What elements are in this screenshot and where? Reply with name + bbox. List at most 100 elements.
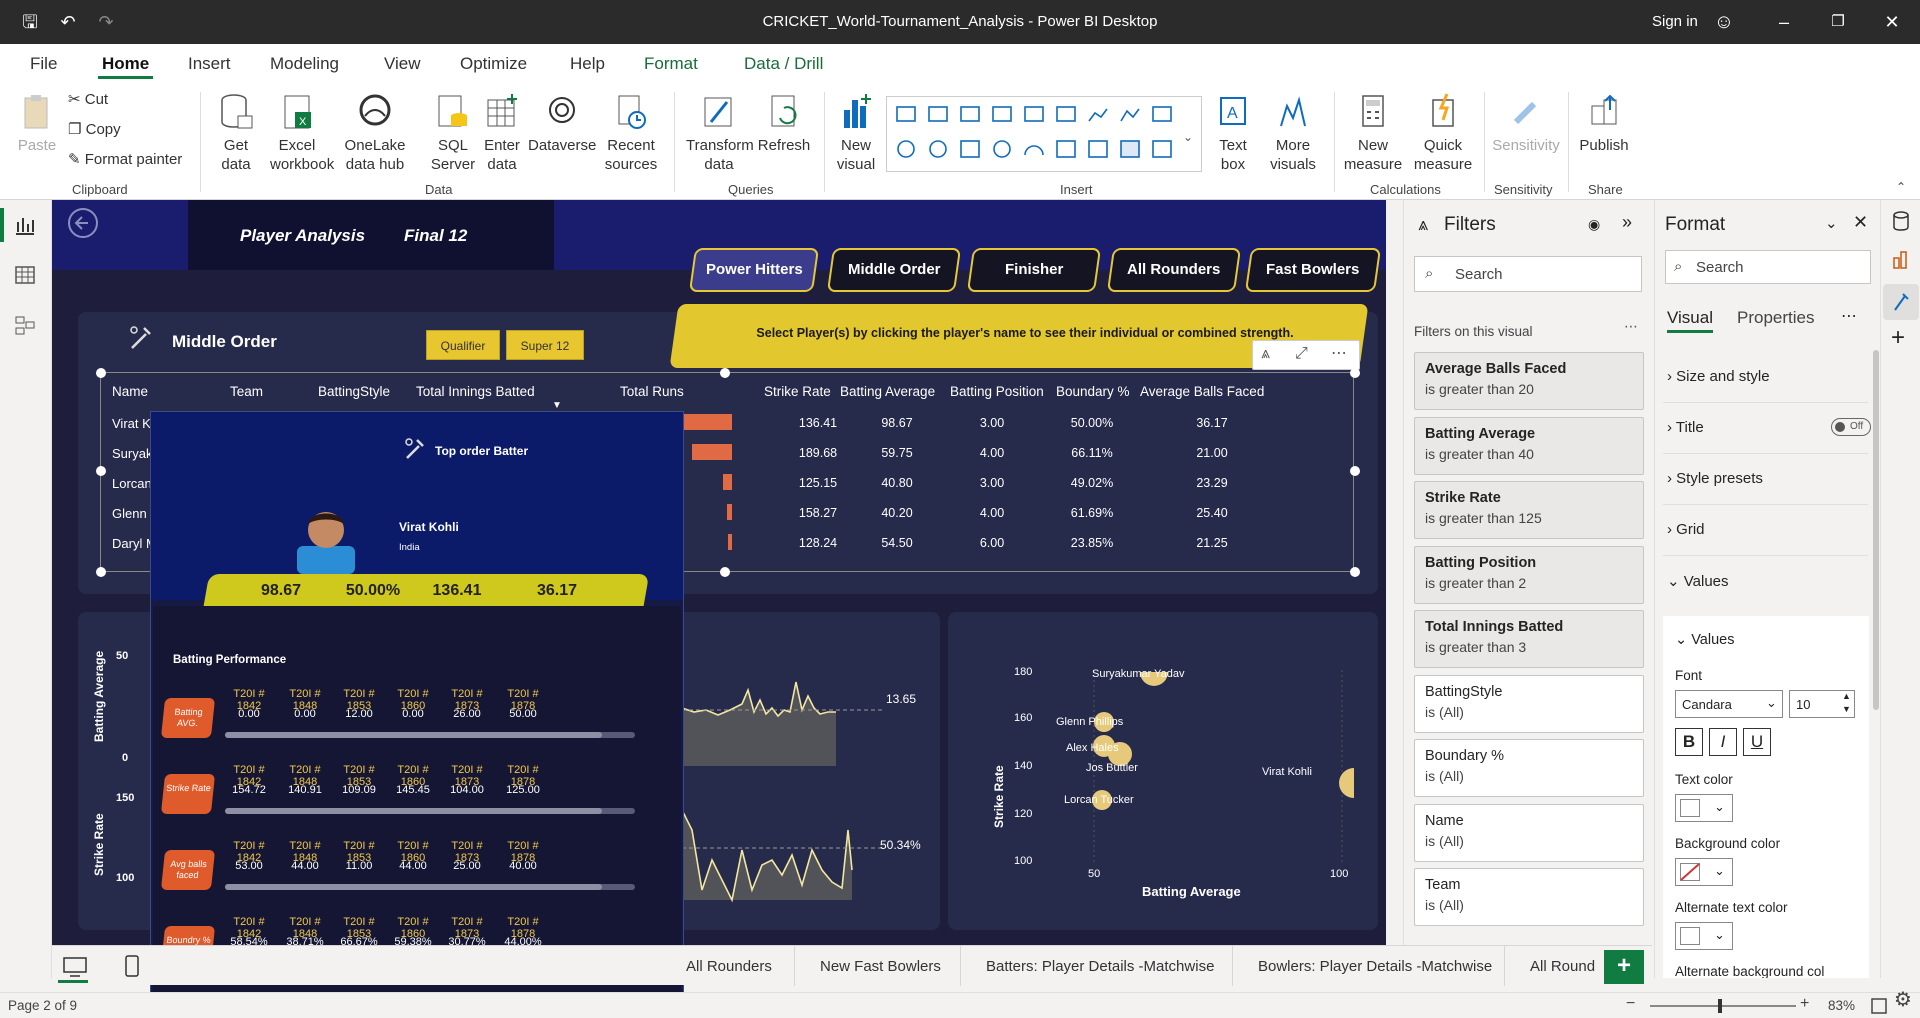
close-pane-icon[interactable]: ✕ — [1853, 212, 1868, 233]
new-visual-button[interactable]: New visual — [832, 92, 880, 174]
resize-handle[interactable] — [1350, 567, 1360, 577]
values-subsection[interactable]: ⌄ Values — [1675, 632, 1734, 648]
section-title[interactable]: › Title — [1667, 419, 1704, 436]
text-box-button[interactable]: A Text box — [1210, 92, 1256, 174]
section-grid[interactable]: › Grid — [1667, 521, 1705, 538]
fit-page-icon[interactable] — [1870, 997, 1888, 1015]
row-name[interactable]: Virat K — [112, 416, 151, 431]
format-painter-button[interactable]: ✎ Format painter — [68, 150, 182, 169]
cut-button[interactable]: ✂ Cut — [68, 90, 108, 109]
nav-player-analysis[interactable]: Player Analysis — [240, 226, 365, 246]
bold-button[interactable]: B — [1675, 728, 1703, 756]
filter-icon[interactable]: ⩓ — [1261, 345, 1270, 363]
tab-properties[interactable]: Properties — [1737, 308, 1814, 328]
filter-card[interactable]: Total Innings Batted is greater than 3 — [1414, 610, 1644, 668]
pill-middle-order[interactable]: Middle Order — [826, 248, 962, 292]
resize-handle[interactable] — [1350, 368, 1360, 378]
resize-handle[interactable] — [96, 368, 106, 378]
transform-data-button[interactable]: Transform data — [686, 92, 754, 174]
menu-view[interactable]: View — [380, 52, 425, 76]
tab-all-rounders[interactable]: All Rounders — [686, 958, 772, 975]
resize-handle[interactable] — [96, 466, 106, 476]
menu-insert[interactable]: Insert — [184, 52, 235, 76]
col-total-innings[interactable]: Total Innings Batted — [416, 384, 535, 399]
tab-all-round[interactable]: All Round — [1530, 958, 1600, 975]
get-data-button[interactable]: Get data — [210, 92, 262, 174]
sort-desc-icon[interactable]: ▼ — [552, 400, 562, 411]
title-toggle[interactable]: Off — [1831, 418, 1871, 436]
tab-bowlers-details[interactable]: Bowlers: Player Details -Matchwise — [1258, 958, 1492, 975]
font-family-select[interactable]: Candara ⌄ — [1675, 690, 1783, 718]
visual-gallery[interactable]: ⌄ — [886, 96, 1202, 172]
col-strike-rate[interactable]: Strike Rate — [764, 384, 831, 399]
resize-handle[interactable] — [96, 567, 106, 577]
dataverse-button[interactable]: Dataverse — [528, 92, 596, 155]
stepper-down-icon[interactable]: ▼ — [1842, 704, 1851, 714]
add-pane-icon[interactable]: + — [1891, 324, 1905, 352]
alt-text-color-picker[interactable]: ⌄ — [1675, 922, 1733, 950]
paste-button[interactable]: Paste — [12, 92, 62, 155]
menu-data-drill[interactable]: Data / Drill — [740, 52, 827, 76]
menu-help[interactable]: Help — [566, 52, 609, 76]
col-avg-balls-faced[interactable]: Average Balls Faced — [1140, 384, 1264, 399]
section-size-style[interactable]: › Size and style — [1667, 368, 1770, 385]
resize-handle[interactable] — [720, 567, 730, 577]
row-name[interactable]: Suryak — [112, 446, 152, 461]
zoom-slider[interactable] — [1650, 1005, 1796, 1007]
tab-batters-details[interactable]: Batters: Player Details -Matchwise — [986, 958, 1214, 975]
menu-format[interactable]: Format — [640, 52, 702, 76]
desktop-layout-icon[interactable] — [62, 956, 88, 978]
pill-finisher[interactable]: Finisher — [966, 248, 1102, 292]
filter-card[interactable]: Batting Average is greater than 40 — [1414, 416, 1644, 475]
nav-final-12[interactable]: Final 12 — [404, 226, 467, 246]
enter-data-button[interactable]: Enter data — [482, 92, 522, 174]
col-name[interactable]: Name — [112, 384, 148, 399]
zoom-out-icon[interactable]: − — [1626, 995, 1635, 1013]
recent-sources-button[interactable]: Recent sources — [600, 92, 662, 174]
sensitivity-button[interactable]: Sensitivity — [1490, 92, 1562, 155]
filter-card[interactable]: Team is (All) — [1414, 868, 1644, 926]
restore-icon[interactable]: ❐ — [1826, 10, 1850, 34]
text-color-picker[interactable]: ⌄ — [1675, 794, 1733, 822]
report-view-icon[interactable] — [14, 214, 36, 236]
font-size-stepper[interactable]: 10 ▲ ▼ — [1789, 690, 1855, 718]
more-options-icon[interactable]: ⋯ — [1331, 343, 1347, 363]
sql-server-button[interactable]: SQL Server — [428, 92, 478, 174]
zoom-thumb[interactable] — [1718, 999, 1722, 1013]
copy-button[interactable]: ❐ Copy — [68, 120, 121, 139]
menu-optimize[interactable]: Optimize — [456, 52, 531, 76]
scrollbar[interactable] — [1873, 350, 1879, 710]
filter-card[interactable]: Boundary % is (All) — [1414, 739, 1644, 797]
menu-home[interactable]: Home — [98, 52, 154, 79]
section-style-presets[interactable]: › Style presets — [1667, 470, 1763, 487]
settings-gear-icon[interactable]: ⚙ — [1894, 987, 1912, 1012]
focus-mode-icon[interactable]: ⤢ — [1295, 345, 1308, 363]
collapse-pane-icon[interactable]: » — [1622, 212, 1632, 233]
filter-card[interactable]: Batting Position is greater than 2 — [1414, 545, 1644, 604]
filter-card[interactable]: Name is (All) — [1414, 803, 1644, 862]
sign-in-label[interactable]: Sign in — [1652, 13, 1698, 30]
zoom-in-icon[interactable]: + — [1800, 995, 1809, 1013]
filters-search-box[interactable]: ⌕ Search — [1414, 256, 1642, 292]
super12-button[interactable]: Super 12 — [506, 330, 584, 360]
more-options-icon[interactable]: ⋯ — [1624, 318, 1638, 335]
close-icon[interactable]: ✕ — [1880, 10, 1904, 34]
publish-button[interactable]: Publish — [1576, 92, 1632, 155]
row-name[interactable]: Glenn — [112, 506, 147, 521]
resize-handle[interactable] — [1350, 466, 1360, 476]
refresh-button[interactable]: Refresh — [756, 92, 812, 155]
tab-visual[interactable]: Visual — [1667, 308, 1713, 333]
underline-button[interactable]: U — [1743, 728, 1771, 756]
pill-all-rounders[interactable]: All Rounders — [1106, 248, 1242, 292]
col-batting-position[interactable]: Batting Position — [950, 384, 1044, 399]
menu-file[interactable]: File — [26, 52, 61, 76]
eye-icon[interactable]: ◉ — [1588, 216, 1600, 233]
account-icon[interactable]: ☺ — [1712, 10, 1736, 34]
resize-handle[interactable] — [720, 368, 730, 378]
col-batting-average[interactable]: Batting Average — [840, 384, 935, 399]
data-pane-icon[interactable] — [1891, 210, 1911, 234]
collapse-ribbon-icon[interactable]: ⌃ — [1896, 180, 1906, 194]
row-name[interactable]: Lorcan — [112, 476, 152, 491]
col-total-runs[interactable]: Total Runs — [620, 384, 684, 399]
filter-card[interactable]: Strike Rate is greater than 125 — [1414, 481, 1644, 539]
